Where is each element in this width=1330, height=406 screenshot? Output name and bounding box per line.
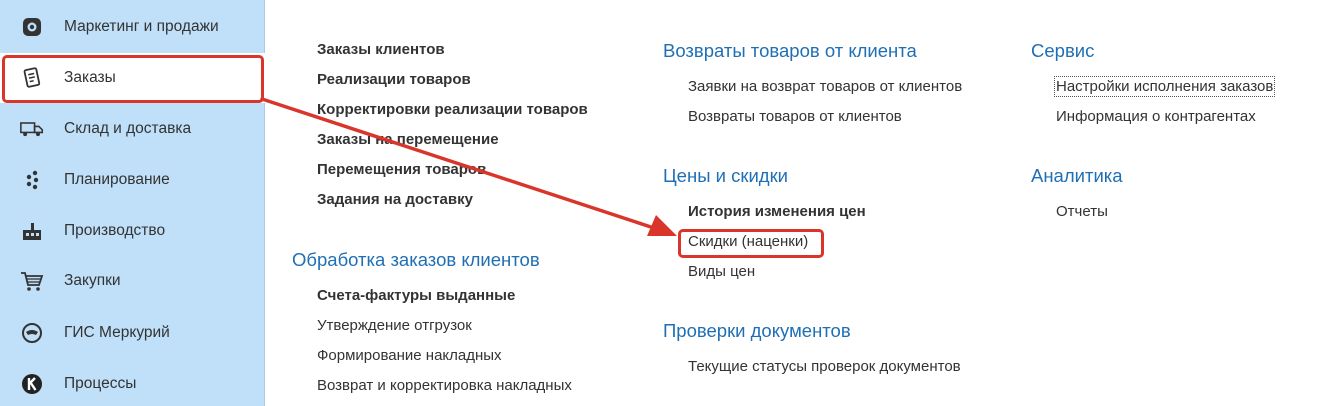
link-invoices-issued[interactable]: Счета-фактуры выданные [317,287,515,304]
sidebar-item-label: Маркетинг и продажи [64,18,219,35]
link-price-types[interactable]: Виды цен [688,263,755,280]
section-title-analytics: Аналитика [1031,165,1123,186]
sidebar-item-label: Планирование [64,171,170,188]
link-goods-transfers[interactable]: Перемещения товаров [317,161,486,178]
link-customer-orders[interactable]: Заказы клиентов [317,41,445,58]
sidebar-item-warehouse[interactable]: Склад и доставка [0,104,265,154]
link-shipment-approval[interactable]: Утверждение отгрузок [317,317,472,334]
factory-icon [20,219,44,243]
k-circle-icon [20,372,44,396]
sidebar-item-label: ГИС Меркурий [64,324,170,341]
link-reports[interactable]: Отчеты [1056,203,1108,220]
truck-icon [20,117,44,141]
link-doc-check-status[interactable]: Текущие статусы проверок документов [688,358,961,375]
link-waybill-return[interactable]: Возврат и корректировка накладных [317,377,572,394]
section-title-doc-checks: Проверки документов [663,320,851,341]
link-sales[interactable]: Реализации товаров [317,71,471,88]
link-waybill-forming[interactable]: Формирование накладных [317,347,502,364]
sidebar-item-processes[interactable]: Процессы [0,359,265,406]
sidebar-item-purchases[interactable]: Закупки [0,256,265,306]
link-order-settings[interactable]: Настройки исполнения заказов [1053,76,1276,97]
section-title-service: Сервис [1031,40,1095,61]
sidebar-item-label: Склад и доставка [64,120,192,137]
sidebar-item-production[interactable]: Производство [0,206,265,256]
highlight-orders-box [2,55,264,103]
section-title-order-processing: Обработка заказов клиентов [292,249,540,270]
highlight-discounts-box [678,229,824,258]
link-delivery-tasks[interactable]: Задания на доставку [317,191,473,208]
sidebar-item-planning[interactable]: Планирование [0,155,265,205]
link-customer-returns[interactable]: Возвраты товаров от клиентов [688,108,902,125]
target-icon [20,15,44,39]
link-counterparty-info[interactable]: Информация о контрагентах [1056,108,1256,125]
mercury-icon [20,321,44,345]
link-price-history[interactable]: История изменения цен [688,203,866,220]
section-title-prices: Цены и скидки [663,165,789,186]
link-transfer-orders[interactable]: Заказы на перемещение [317,131,499,148]
section-title-returns: Возвраты товаров от клиента [663,40,917,61]
dots-icon [20,168,44,192]
sidebar-item-marketing[interactable]: Маркетинг и продажи [0,2,265,52]
sidebar-item-label: Процессы [64,375,137,392]
link-return-requests[interactable]: Заявки на возврат товаров от клиентов [688,78,962,95]
sidebar-item-label: Закупки [64,272,121,289]
link-sales-adjustments[interactable]: Корректировки реализации товаров [317,101,588,118]
sidebar-item-mercury[interactable]: ГИС Меркурий [0,308,265,358]
cart-icon [20,269,44,293]
sidebar-item-label: Производство [64,222,166,239]
